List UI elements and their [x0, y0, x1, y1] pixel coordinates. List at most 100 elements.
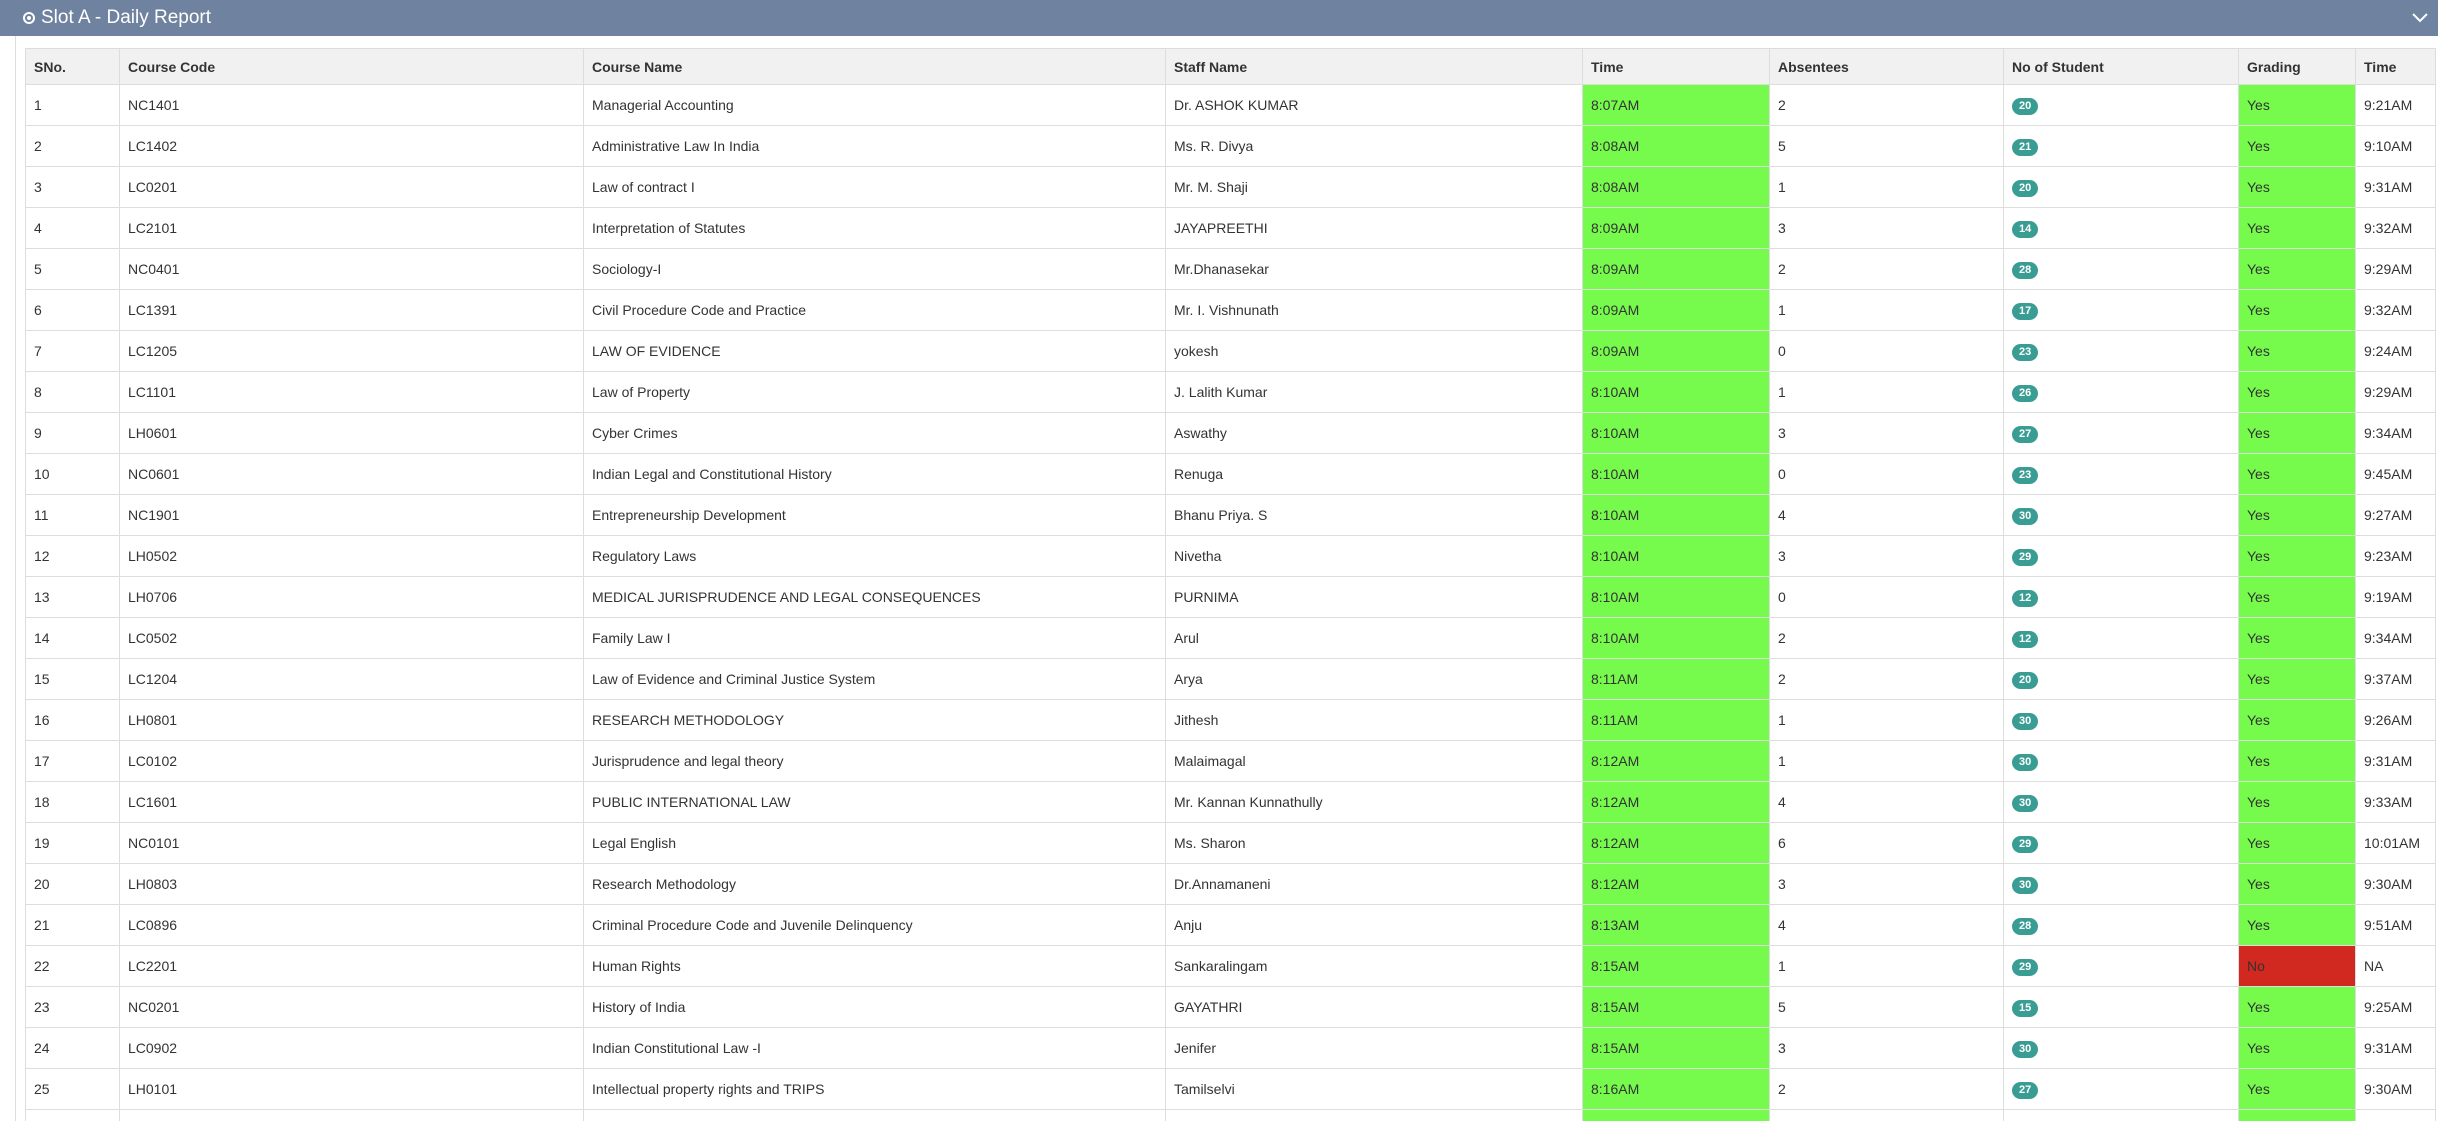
cell-grading-time: 9:26AM — [2355, 699, 2436, 741]
cell-no-of-student: 23 — [2003, 453, 2239, 495]
table-row: 9 LH0601 Cyber Crimes Aswathy 8:10AM 3 27 Yes 9:… — [25, 412, 2436, 454]
student-count-badge: 21 — [2012, 138, 2039, 156]
cell-grading: Yes — [2238, 740, 2356, 782]
table-row: 18 LC1601 PUBLIC INTERNATIONAL LAW Mr. Kann… — [25, 781, 2436, 823]
cell-no-of-student: 29 — [2003, 535, 2239, 577]
cell-absentees: 1 — [1769, 945, 2004, 987]
column-header-course-code[interactable]: Course Code — [119, 48, 584, 85]
cell-staff-name: Mr. I. Vishnunath — [1165, 289, 1583, 331]
cell-grading-time: 9:30AM — [2355, 1068, 2436, 1110]
cell-course-code: LC1402 — [119, 125, 584, 167]
cell-grading: Yes — [2238, 1027, 2356, 1069]
column-header-course-name[interactable]: Course Name — [583, 48, 1166, 85]
table-row: 7 LC1205 LAW OF EVIDENCE yokesh 8:09AM 0 23 Yes… — [25, 330, 2436, 372]
panel-header[interactable]: Slot A - Daily Report — [0, 0, 2438, 36]
cell-no-of-student: 30 — [2003, 699, 2239, 741]
cell-sno: 1 — [25, 84, 120, 126]
cell-course-code: LC1101 — [119, 371, 584, 413]
cell-grading: Yes — [2238, 535, 2356, 577]
student-count-badge: 30 — [2012, 794, 2039, 812]
cell-grading-time: 9:31AM — [2355, 740, 2436, 782]
cell-course-code: LC2101 — [119, 207, 584, 249]
cell-absentees: 4 — [1769, 904, 2004, 946]
table-row: 2 LC1402 Administrative Law In India Ms. R.… — [25, 125, 2436, 167]
cell-absentees: 2 — [1769, 658, 2004, 700]
student-count-badge: 30 — [2012, 876, 2039, 894]
cell-time: 8:10AM — [1582, 617, 1770, 659]
table-row: 14 LC0502 Family Law I Arul 8:10AM 2 12 Yes 9:34… — [25, 617, 2436, 659]
table-row: 12 LH0502 Regulatory Laws Nivetha 8:10AM 3 29 Y… — [25, 535, 2436, 577]
cell-no-of-student: 30 — [2003, 494, 2239, 536]
student-count-badge: 30 — [2012, 507, 2039, 525]
cell-absentees: 2 — [1769, 1068, 2004, 1110]
cell-course-name: MEDICAL JURISPRUDENCE AND LEGAL CONSEQUE… — [583, 576, 1166, 618]
cell-no-of-student: 14 — [2003, 207, 2239, 249]
cell-no-of-student: 23 — [2003, 330, 2239, 372]
student-count-badge: 15 — [2012, 999, 2039, 1017]
column-header-grading-time[interactable]: Time — [2355, 48, 2436, 85]
table-row: 8 LC1101 Law of Property J. Lalith Kumar 8:1… — [25, 371, 2436, 413]
column-header-sno[interactable]: SNo. — [25, 48, 120, 85]
cell-course-code: LC0902 — [119, 1027, 584, 1069]
cell-course-code: LH0801 — [119, 699, 584, 741]
cell-sno: 17 — [25, 740, 120, 782]
cell-course-name: Managerial Accounting — [583, 84, 1166, 126]
cell-absentees: 2 — [1769, 84, 2004, 126]
column-header-absentees[interactable]: Absentees — [1769, 48, 2004, 85]
cell-course-code: LC1391 — [119, 289, 584, 331]
column-header-grading[interactable]: Grading — [2238, 48, 2356, 85]
cell-staff-name: Mr.Dhanasekar — [1165, 248, 1583, 290]
cell-course-name: Intellectual property rights and TRIPS — [583, 1068, 1166, 1110]
table-row: 3 LC0201 Law of contract I Mr. M. Shaji 8:08… — [25, 166, 2436, 208]
cell-empty — [2355, 1109, 2436, 1121]
cell-course-name: History of India — [583, 986, 1166, 1028]
student-count-badge: 20 — [2012, 97, 2039, 115]
column-header-no-of-student[interactable]: No of Student — [2003, 48, 2239, 85]
cell-course-code: LH0101 — [119, 1068, 584, 1110]
cell-absentees: 1 — [1769, 289, 2004, 331]
cell-staff-name: Tamilselvi — [1165, 1068, 1583, 1110]
cell-sno: 10 — [25, 453, 120, 495]
cell-time: 8:09AM — [1582, 289, 1770, 331]
cell-sno: 4 — [25, 207, 120, 249]
cell-absentees: 2 — [1769, 248, 2004, 290]
cell-course-code: NC1401 — [119, 84, 584, 126]
cell-grading-time: 9:25AM — [2355, 986, 2436, 1028]
cell-grading-time: 9:45AM — [2355, 453, 2436, 495]
cell-sno: 3 — [25, 166, 120, 208]
chevron-down-icon[interactable] — [2408, 5, 2432, 29]
cell-sno: 11 — [25, 494, 120, 536]
cell-course-name: Indian Constitutional Law -I — [583, 1027, 1166, 1069]
cell-absentees: 3 — [1769, 535, 2004, 577]
cell-course-name: PUBLIC INTERNATIONAL LAW — [583, 781, 1166, 823]
cell-empty — [25, 1109, 120, 1121]
cell-empty — [119, 1109, 584, 1121]
cell-course-name: Family Law I — [583, 617, 1166, 659]
cell-no-of-student: 20 — [2003, 658, 2239, 700]
student-count-badge: 20 — [2012, 671, 2039, 689]
student-count-badge: 29 — [2012, 548, 2039, 566]
cell-absentees: 1 — [1769, 699, 2004, 741]
cell-course-name: Research Methodology — [583, 863, 1166, 905]
cell-course-name: Civil Procedure Code and Practice — [583, 289, 1166, 331]
cell-grading-time: 9:30AM — [2355, 863, 2436, 905]
cell-sno: 20 — [25, 863, 120, 905]
cell-course-code: LH0502 — [119, 535, 584, 577]
student-count-badge: 27 — [2012, 425, 2039, 443]
table-row: 24 LC0902 Indian Constitutional Law -I Jeni… — [25, 1027, 2436, 1069]
cell-staff-name: Ms. Sharon — [1165, 822, 1583, 864]
cell-grading: Yes — [2238, 207, 2356, 249]
table-header-row: SNo. Course Code Course Name Staff Name … — [25, 48, 2436, 85]
column-header-time[interactable]: Time — [1582, 48, 1770, 85]
table-body: 1 NC1401 Managerial Accounting Dr. ASHOK KU… — [25, 84, 2436, 1121]
cell-staff-name: Jenifer — [1165, 1027, 1583, 1069]
cell-sno: 24 — [25, 1027, 120, 1069]
student-count-badge: 23 — [2012, 466, 2039, 484]
cell-no-of-student: 26 — [2003, 371, 2239, 413]
cell-sno: 13 — [25, 576, 120, 618]
cell-course-name: Human Rights — [583, 945, 1166, 987]
column-header-staff-name[interactable]: Staff Name — [1165, 48, 1583, 85]
cell-empty — [2003, 1109, 2239, 1121]
cell-absentees: 4 — [1769, 494, 2004, 536]
cell-no-of-student: 12 — [2003, 576, 2239, 618]
